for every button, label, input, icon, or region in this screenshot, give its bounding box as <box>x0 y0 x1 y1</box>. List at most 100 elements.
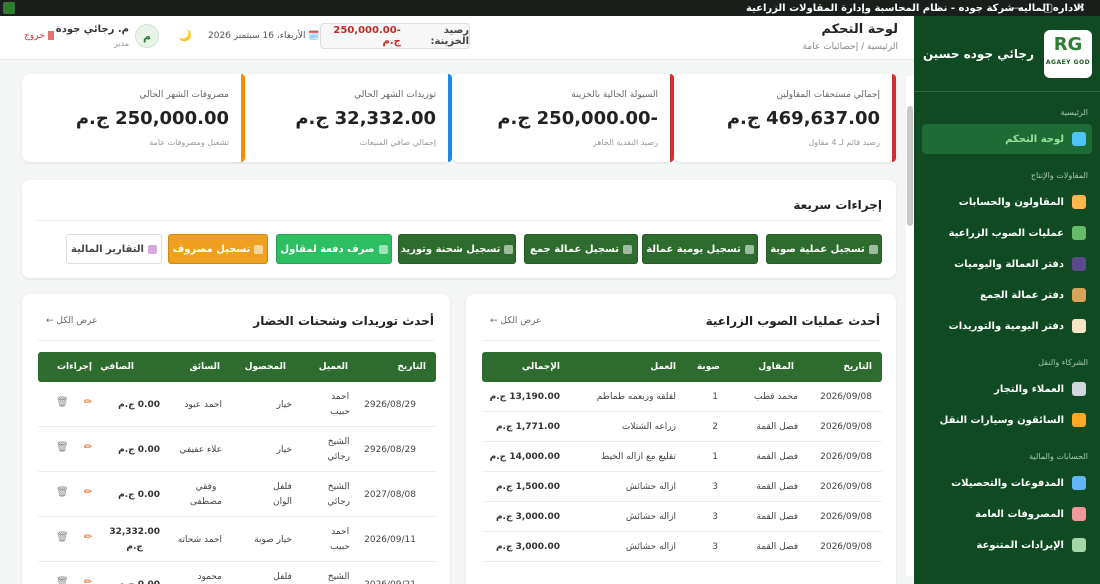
edit-icon[interactable]: ✏ <box>84 397 92 408</box>
sidebar-item[interactable]: لوحة التحكم <box>922 124 1092 154</box>
cell-line: احمد <box>331 392 350 402</box>
theme-toggle-moon-icon[interactable]: 🌙 <box>178 29 192 42</box>
close-window-button[interactable]: ✕ <box>1066 0 1096 16</box>
ops-cell-work: زراعه الشتلات <box>621 422 676 432</box>
edit-icon[interactable]: ✏ <box>84 577 92 584</box>
expense-icon <box>254 244 264 254</box>
shipments-cell-date: 2926/08/29 <box>364 443 416 458</box>
edit-icon[interactable]: ✏ <box>84 442 92 453</box>
sidebar-item[interactable]: دفتر عمالة الجمع <box>922 280 1092 310</box>
ops-cell-work: ازاله حشائش <box>625 512 676 522</box>
shipment-button-label: تسجيل شحنة وتوريد <box>400 243 501 255</box>
cell-line: 0.00 ج.م <box>118 445 160 455</box>
expense-button[interactable]: تسجيل مصروف <box>168 234 268 264</box>
ops-cell-work: ازاله حشائش <box>625 542 676 552</box>
sidebar-item-label: دفتر العمالة واليوميات <box>954 258 1064 270</box>
labor-daily-icon <box>744 244 754 254</box>
ops-col-contractor: المقاول <box>758 362 794 372</box>
shipments-col-driver: السائق <box>189 362 221 372</box>
cell-line: الشيخ <box>327 437 350 447</box>
delete-icon[interactable]: 🗑 <box>56 577 69 584</box>
table-row[interactable]: 2026/09/08 فصل القمة 3 ازاله حشائش 3,000.00 … <box>482 502 882 532</box>
ops-cell-contractor: فصل القمة <box>756 512 798 522</box>
ops-cell-contractor: محمد قطب <box>754 392 798 402</box>
labor-daily-button[interactable]: تسجيل يومية عمالة <box>642 234 758 264</box>
greenhouse-op-button[interactable]: تسجيل عملية صوبة <box>766 234 882 264</box>
treasury-label: رصيد الخزينة: <box>430 25 469 47</box>
table-row[interactable]: 2026/09/08 فصل القمة 2 زراعه الشتلات 1,771.0… <box>482 412 882 442</box>
ops-cell-contractor: فصل القمة <box>756 422 798 432</box>
avatar[interactable]: م <box>135 24 159 48</box>
table-row[interactable]: 2026/09/08 فصل القمة 3 ازاله حشائش 3,000.00 … <box>482 532 882 562</box>
cell-line: محمود <box>197 572 223 582</box>
top-header: لوحة التحكم الرئيسية / إحصائيات عامة رصي… <box>0 16 914 60</box>
edit-icon[interactable]: ✏ <box>84 487 92 498</box>
maximize-button[interactable]: ▢ <box>1033 0 1063 16</box>
cell-line: 0.00 ج.م <box>118 578 160 584</box>
shipments-view-all-link[interactable]: عرض الكل ← <box>46 316 98 326</box>
sidebar-item[interactable]: السائقون وسيارات النقل <box>922 405 1092 435</box>
table-row[interactable]: 2926/08/29 احمد حبيب خيار احمد عبود 0.00 ج.م ✏… <box>38 382 436 427</box>
stat-value: 32,332.00 ج.م <box>295 108 436 129</box>
sidebar-item[interactable]: العملاء والتجار <box>922 374 1092 404</box>
financial-reports-button-label: التقارير المالية <box>71 243 144 255</box>
sidebar-item-label: المصروفات العامة <box>975 508 1064 520</box>
chart-down-icon <box>1072 507 1086 521</box>
sidebar-item[interactable]: المصروفات العامة <box>922 499 1092 529</box>
sidebar-item[interactable]: عمليات الصوب الزراعية <box>922 218 1092 248</box>
ops-cell-date: 2026/09/08 <box>820 482 872 492</box>
ops-cell-greenhouse: 3 <box>712 482 718 492</box>
financial-reports-button[interactable]: التقارير المالية <box>66 234 162 264</box>
shipments-cell-client: الشيخ رجائي <box>327 480 350 510</box>
sidebar-item[interactable]: المقاولون والحسابات <box>922 187 1092 217</box>
table-row[interactable]: 2926/08/29 الشيخ رجائي خيار علاء عفيفي 0.00 ج… <box>38 427 436 472</box>
edit-icon[interactable]: ✏ <box>84 532 92 543</box>
ops-col-total: الإجمالي <box>521 362 560 372</box>
page-scrollbar[interactable] <box>906 76 914 576</box>
logout-button[interactable]: خروج <box>24 31 54 41</box>
table-row[interactable]: 2026/09/21 الشيخرجائي فلفلالوان محموداحمد 0.… <box>38 562 436 584</box>
contractor-payment-button[interactable]: صرف دفعة لمقاول <box>276 234 392 264</box>
main-content: لوحة التحكم الرئيسية / إحصائيات عامة رصي… <box>0 16 914 584</box>
scrollbar-thumb[interactable] <box>907 106 913 226</box>
delete-icon[interactable]: 🗑 <box>56 397 69 408</box>
cell-line: احمد شحاته <box>177 535 222 545</box>
ops-view-all-link[interactable]: عرض الكل ← <box>490 316 542 326</box>
table-row[interactable]: 2026/09/11 احمد حبيب خيار صوبة احمد شحاته 32,… <box>38 517 436 562</box>
sidebar-item[interactable]: الإيرادات المتنوعة <box>922 530 1092 560</box>
cell-line: خيار صوبة <box>254 535 292 545</box>
sidebar-item[interactable]: دفتر اليومية والتوريدات <box>922 311 1092 341</box>
ops-cell-contractor: فصل القمة <box>756 482 798 492</box>
table-row[interactable]: 2026/09/08 محمد قطب 1 لقلقه وربعمه طماطم 13,… <box>482 382 882 412</box>
ops-col-date: التاريخ <box>843 362 872 372</box>
sidebar-item[interactable]: المدفوعات والتحصيلات <box>922 468 1092 498</box>
ops-cell-greenhouse: 3 <box>712 542 718 552</box>
harvest-labor-button[interactable]: تسجيل عمالة جمع <box>524 234 638 264</box>
ops-cell-work: تقليع مع ازاله الخيط <box>601 452 676 462</box>
delete-icon[interactable]: 🗑 <box>56 532 69 543</box>
cell-line: خيار <box>276 445 292 455</box>
ops-col-greenhouse: صوبة <box>696 362 720 372</box>
shipment-button[interactable]: تسجيل شحنة وتوريد <box>398 234 516 264</box>
delete-icon[interactable]: 🗑 <box>56 442 69 453</box>
current-date: 🗓️ الأربعاء، 16 سبتمبر 2026 <box>208 31 320 41</box>
ops-cell-date: 2026/09/08 <box>820 542 872 552</box>
brand-logo: RG AGAEY GOD <box>1044 29 1092 78</box>
cell-line: رجائي <box>327 497 350 507</box>
minimize-button[interactable]: — <box>1000 0 1030 16</box>
stat-label: مصروفات الشهر الحالي <box>139 90 229 100</box>
shipments-cell-net: 0.00 ج.م <box>118 488 160 503</box>
sidebar-item[interactable]: دفتر العمالة واليوميات <box>922 249 1092 279</box>
cell-line: احمد عبود <box>184 400 222 410</box>
table-row[interactable]: 2026/09/08 فصل القمة 1 تقليع مع ازاله الخيط… <box>482 442 882 472</box>
cell-line: وفقي <box>195 482 217 492</box>
chart-up-icon <box>1072 538 1086 552</box>
sidebar-item-label: دفتر اليومية والتوريدات <box>948 320 1064 332</box>
stat-accent-bar <box>670 74 674 162</box>
cell-line: ج.م <box>126 542 143 552</box>
sidebar-item-label: الإيرادات المتنوعة <box>976 539 1064 551</box>
ops-cell-total: 1,771.00 ج.م <box>495 422 560 432</box>
table-row[interactable]: 2026/09/08 فصل القمة 3 ازاله حشائش 1,500.00 … <box>482 472 882 502</box>
table-row[interactable]: 2027/08/08 الشيخ رجائي فلفل الوان وفقي مصطفى 0.… <box>38 472 436 517</box>
delete-icon[interactable]: 🗑 <box>56 487 69 498</box>
